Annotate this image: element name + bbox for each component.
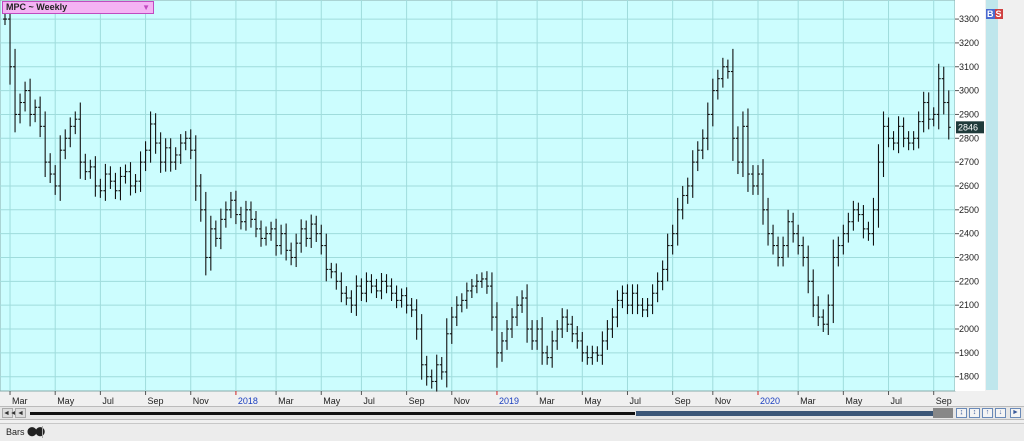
price-chart[interactable]: 1800 1900 2000 2100 2200 2300 2400 2500 2600 2700… <box>0 0 1024 406</box>
status-bar: Bars ⬤⬤ <box>0 423 1024 441</box>
y-tick-label: 3300 <box>959 14 979 24</box>
last-price-marker: 2846 <box>956 121 984 134</box>
x-tick-label: 2019 <box>499 396 519 406</box>
x-tick-label: Nov <box>454 396 471 406</box>
view-mode-label: Bars <box>6 427 25 437</box>
symbol-title: MPC ~ Weekly <box>6 2 68 12</box>
x-tick-label: Jul <box>363 396 375 406</box>
x-tick-label: Nov <box>715 396 732 406</box>
x-tick-label: May <box>845 396 863 406</box>
y-tick-label: 2500 <box>959 205 979 215</box>
x-tick-label: Sep <box>936 396 952 406</box>
fit-icon[interactable]: ↑ <box>982 408 993 418</box>
time-scrollbar[interactable]: ◄◄ ◄ ↨ ↕ ↑ ↓ ► <box>0 406 1024 420</box>
x-tick-label: 2018 <box>238 396 258 406</box>
x-tick-label: Sep <box>409 396 425 406</box>
chevron-down-icon[interactable]: ▼ <box>142 2 150 13</box>
plot-area <box>0 0 956 392</box>
scroll-track[interactable] <box>30 412 635 415</box>
x-tick-label: Jul <box>629 396 641 406</box>
y-tick-label: 1800 <box>959 372 979 382</box>
x-tick-label: Mar <box>12 396 28 406</box>
y-tick-label: 3100 <box>959 62 979 72</box>
y-tick-label: 2100 <box>959 300 979 310</box>
zoom-in-icon[interactable]: ↨ <box>956 408 967 418</box>
x-tick-label: Sep <box>675 396 691 406</box>
scroll-left-icon[interactable]: ◄ <box>15 408 26 418</box>
zoom-out-icon[interactable]: ↕ <box>969 408 980 418</box>
glasses-icon[interactable]: ⬤⬤ <box>27 426 45 437</box>
x-tick-label: 2020 <box>760 396 780 406</box>
x-tick-label: Sep <box>148 396 164 406</box>
compress-icon[interactable]: ↓ <box>995 408 1006 418</box>
last-price-label: 2846 <box>958 122 978 132</box>
x-tick-label: Mar <box>539 396 555 406</box>
x-tick-label: Jul <box>102 396 114 406</box>
sell-button[interactable]: S <box>994 9 1003 19</box>
y-tick-label: 2900 <box>959 109 979 119</box>
scroll-start-icon[interactable]: ◄◄ <box>2 408 17 418</box>
scroll-thumb[interactable] <box>636 411 936 416</box>
x-tick-label: May <box>57 396 75 406</box>
symbol-selector[interactable]: MPC ~ Weekly ▼ <box>2 1 154 14</box>
y-tick-label: 3000 <box>959 86 979 96</box>
y-tick-label: 2400 <box>959 229 979 239</box>
scroll-right-icon[interactable]: ► <box>1010 408 1021 418</box>
x-tick-label: Mar <box>278 396 294 406</box>
scroll-end-area[interactable] <box>933 408 953 418</box>
x-tick-label: May <box>584 396 602 406</box>
x-tick-label: Mar <box>800 396 816 406</box>
volume-strip <box>986 0 998 390</box>
x-tick-label: Nov <box>193 396 210 406</box>
divider <box>42 426 43 438</box>
y-tick-label: 2000 <box>959 324 979 334</box>
y-tick-label: 2300 <box>959 252 979 262</box>
x-tick-label: May <box>323 396 341 406</box>
y-tick-label: 2800 <box>959 133 979 143</box>
buy-sell-toggle[interactable]: BS <box>986 9 1003 19</box>
y-tick-label: 2700 <box>959 157 979 167</box>
y-tick-label: 2200 <box>959 276 979 286</box>
y-tick-label: 2600 <box>959 181 979 191</box>
y-tick-label: 3200 <box>959 38 979 48</box>
buy-button[interactable]: B <box>986 9 995 19</box>
x-tick-label: Jul <box>891 396 903 406</box>
y-tick-label: 1900 <box>959 348 979 358</box>
